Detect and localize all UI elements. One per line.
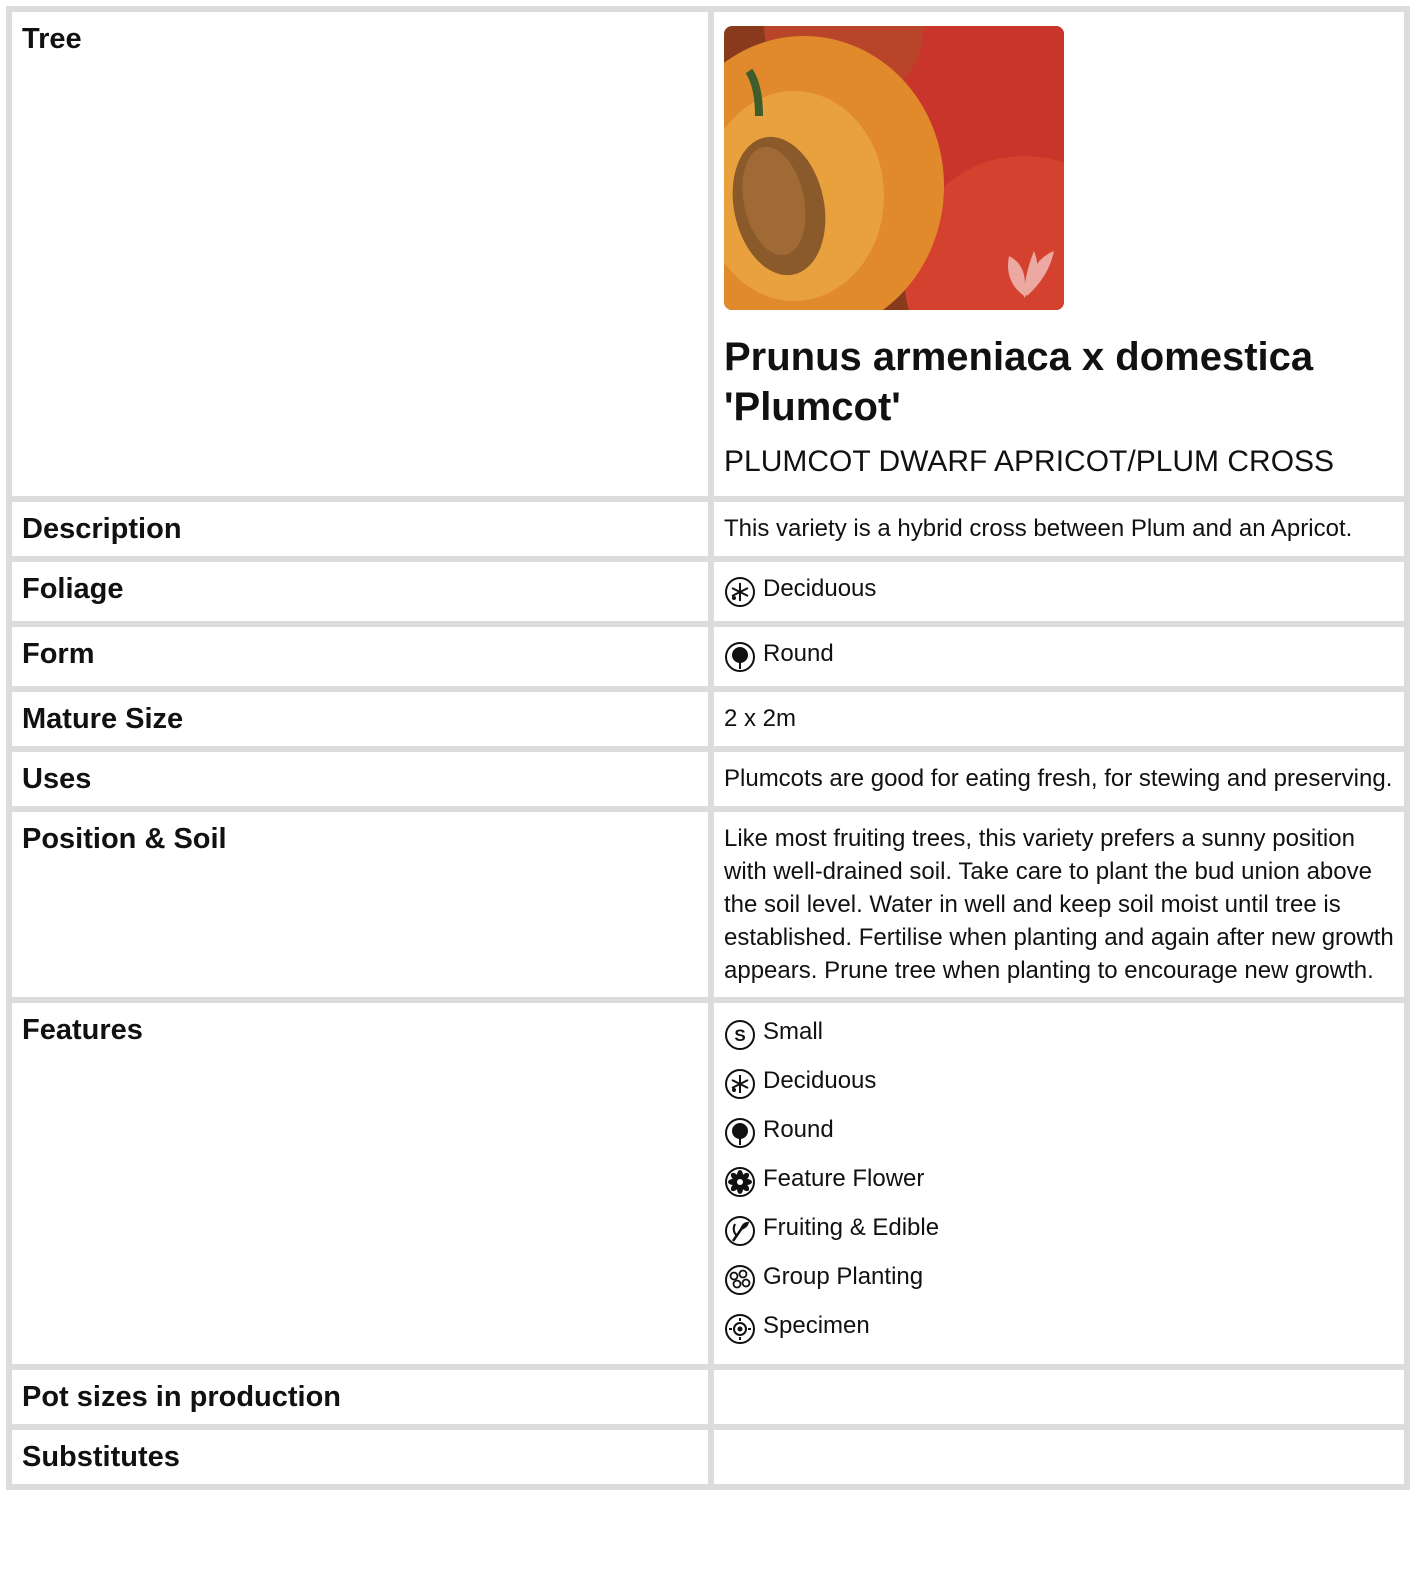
position-soil-value: Like most fruiting trees, this variety p…: [714, 812, 1404, 997]
feature-item: Deciduous: [724, 1056, 1394, 1105]
feature-label: Fruiting & Edible: [763, 1214, 940, 1241]
row-substitutes: Substitutes: [12, 1430, 1404, 1484]
mature-size-label: Mature Size: [12, 692, 708, 746]
feature-item: Specimen: [724, 1301, 1394, 1350]
small-icon: S: [725, 1019, 755, 1050]
feature-item: Fruiting & Edible: [724, 1203, 1394, 1252]
plant-spec-table: Tree Prunus armeniaca x domestica 'Plumc…: [6, 6, 1410, 1490]
svg-text:S: S: [734, 1026, 745, 1045]
pot-sizes-value: [714, 1370, 1404, 1424]
tree-value: Prunus armeniaca x domestica 'Plumcot' P…: [714, 12, 1404, 496]
feature-label: Small: [763, 1018, 824, 1045]
row-description: Description This variety is a hybrid cro…: [12, 502, 1404, 556]
group-planting-icon: [725, 1264, 755, 1295]
feature-item: S Small: [724, 1007, 1394, 1056]
feature-label: Specimen: [763, 1312, 870, 1339]
form-label: Form: [12, 627, 708, 686]
uses-label: Uses: [12, 752, 708, 806]
form-text: Round: [763, 640, 834, 667]
description-label: Description: [12, 502, 708, 556]
uses-value: Plumcots are good for eating fresh, for …: [714, 752, 1404, 806]
pot-sizes-label: Pot sizes in production: [12, 1370, 708, 1424]
scientific-name: Prunus armeniaca x domestica 'Plumcot': [724, 335, 1314, 429]
row-mature-size: Mature Size 2 x 2m: [12, 692, 1404, 746]
feature-label: Group Planting: [763, 1263, 924, 1290]
substitutes-label: Substitutes: [12, 1430, 708, 1484]
row-form: Form Round: [12, 627, 1404, 686]
substitutes-value: [714, 1430, 1404, 1484]
specimen-icon: [725, 1313, 755, 1344]
tree-label: Tree: [12, 12, 708, 496]
foliage-text: Deciduous: [763, 575, 877, 602]
description-value: This variety is a hybrid cross between P…: [714, 502, 1404, 556]
features-list: S Small Deciduous Round Feature Flower F…: [714, 1003, 1404, 1364]
fork-icon: [725, 1215, 755, 1246]
deciduous-icon: [725, 576, 755, 607]
feature-label: Deciduous: [763, 1067, 877, 1094]
round-form-icon: [725, 641, 755, 672]
foliage-label: Foliage: [12, 562, 708, 621]
position-soil-label: Position & Soil: [12, 812, 708, 997]
feature-label: Round: [763, 1116, 834, 1143]
deciduous-icon: [725, 1068, 755, 1099]
row-position-soil: Position & Soil Like most fruiting trees…: [12, 812, 1404, 997]
form-value: Round: [724, 629, 1394, 678]
foliage-value: Deciduous: [724, 564, 1394, 613]
feature-label: Feature Flower: [763, 1165, 925, 1192]
flower-icon: [725, 1166, 755, 1197]
feature-item: Round: [724, 1105, 1394, 1154]
common-name: PLUMCOT DWARF APRICOT/PLUM CROSS: [724, 445, 1335, 478]
mature-size-value: 2 x 2m: [714, 692, 1404, 746]
plant-photo: [724, 26, 1064, 310]
feature-item: Group Planting: [724, 1252, 1394, 1301]
row-foliage: Foliage Deciduous: [12, 562, 1404, 621]
round-form-icon: [725, 1117, 755, 1148]
row-features: Features S Small Deciduous Round Feature…: [12, 1003, 1404, 1364]
row-tree: Tree Prunus armeniaca x domestica 'Plumc…: [12, 12, 1404, 496]
feature-item: Feature Flower: [724, 1154, 1394, 1203]
features-label: Features: [12, 1003, 708, 1364]
row-pot-sizes: Pot sizes in production: [12, 1370, 1404, 1424]
row-uses: Uses Plumcots are good for eating fresh,…: [12, 752, 1404, 806]
